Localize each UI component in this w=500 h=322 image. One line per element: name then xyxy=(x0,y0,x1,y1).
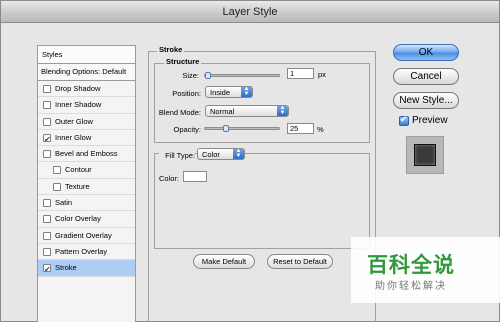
make-default-button[interactable]: Make Default xyxy=(193,254,255,269)
updown-arrows-icon: ▲ ▼ xyxy=(241,86,252,97)
structure-group-label: Structure xyxy=(164,57,202,66)
style-item-label: Satin xyxy=(55,198,73,208)
stroke-color-swatch[interactable] xyxy=(183,171,207,182)
style-checkbox[interactable] xyxy=(43,247,51,256)
position-value: Inside xyxy=(210,88,231,97)
style-item-texture[interactable]: Texture xyxy=(38,179,135,196)
style-checkbox[interactable] xyxy=(43,215,51,224)
size-input[interactable]: 1 xyxy=(287,68,314,79)
updown-arrows-icon: ▲ ▼ xyxy=(233,148,244,159)
style-checkbox[interactable] xyxy=(43,85,51,93)
style-item-label: Bevel and Emboss xyxy=(55,149,118,159)
new-style-button[interactable]: New Style... xyxy=(393,92,459,109)
style-item-bevel-and-emboss[interactable]: Bevel and Emboss xyxy=(38,146,135,163)
style-item-label: Stroke xyxy=(55,263,77,273)
style-item-contour[interactable]: Contour xyxy=(38,162,135,179)
watermark-subtitle: 助你轻松解决 xyxy=(375,281,447,292)
layer-style-dialog: Layer Style Styles Blending Options: Def… xyxy=(0,0,500,322)
style-item-outer-glow[interactable]: Outer Glow xyxy=(38,114,135,130)
styles-header[interactable]: Styles xyxy=(38,46,135,64)
style-item-inner-shadow[interactable]: Inner Shadow xyxy=(38,97,135,114)
opacity-input[interactable]: 25 xyxy=(287,123,314,134)
preview-thumbnail xyxy=(406,136,444,174)
position-label: Position: xyxy=(172,89,201,98)
preview-swatch xyxy=(414,144,436,166)
stroke-group-label: Stroke xyxy=(157,45,185,54)
size-label: Size: xyxy=(182,71,199,80)
cancel-button[interactable]: Cancel xyxy=(393,68,459,85)
window-title: Layer Style xyxy=(1,1,499,23)
style-checkbox[interactable] xyxy=(53,182,61,191)
style-checkbox[interactable] xyxy=(43,199,51,208)
style-item-label: Contour xyxy=(65,165,92,175)
watermark: 百科全说 助你轻松解决 xyxy=(351,237,500,303)
fill-type-select[interactable]: Color ▲ ▼ xyxy=(197,148,245,160)
style-checkbox[interactable] xyxy=(43,150,51,159)
style-item-label: Inner Shadow xyxy=(55,100,102,110)
color-label: Color: xyxy=(159,174,180,183)
style-item-label: Color Overlay xyxy=(55,214,101,224)
preview-checkbox[interactable] xyxy=(399,114,409,126)
style-checkbox[interactable] xyxy=(43,117,51,126)
size-slider-thumb[interactable] xyxy=(205,72,211,79)
ok-button[interactable]: OK xyxy=(393,44,459,61)
style-item-pattern-overlay[interactable]: Pattern Overlay xyxy=(38,244,135,261)
style-item-inner-glow[interactable]: Inner Glow xyxy=(38,130,135,148)
style-item-label: Drop Shadow xyxy=(55,84,101,93)
style-item-gradient-overlay[interactable]: Gradient Overlay xyxy=(38,228,135,244)
size-unit: px xyxy=(318,70,326,79)
fill-type-value: Color xyxy=(202,150,220,159)
style-checkbox[interactable] xyxy=(43,101,51,110)
style-checkbox[interactable] xyxy=(43,132,51,148)
style-item-label: Gradient Overlay xyxy=(55,230,112,240)
fill-group xyxy=(154,153,370,249)
style-checkbox[interactable] xyxy=(43,231,51,240)
position-select[interactable]: Inside ▲ ▼ xyxy=(205,86,253,98)
style-item-label: Pattern Overlay xyxy=(55,246,108,256)
styles-list: Styles Blending Options: Default Drop Sh… xyxy=(37,45,136,322)
blend-mode-value: Normal xyxy=(210,107,235,116)
style-item-satin[interactable]: Satin xyxy=(38,195,135,212)
updown-arrows-icon: ▲ ▼ xyxy=(277,105,288,116)
fill-type-label: Fill Type: xyxy=(159,151,195,160)
style-item-label: Inner Glow xyxy=(55,132,92,142)
size-slider[interactable] xyxy=(204,72,280,79)
watermark-title: 百科全说 xyxy=(367,253,455,277)
opacity-slider[interactable] xyxy=(204,125,280,132)
style-item-label: Texture xyxy=(65,181,90,191)
style-item-label: Outer Glow xyxy=(55,116,93,126)
blending-options-item[interactable]: Blending Options: Default xyxy=(38,64,135,81)
opacity-label: Opacity: xyxy=(173,125,201,134)
blend-mode-label: Blend Mode: xyxy=(158,108,201,117)
style-item-color-overlay[interactable]: Color Overlay xyxy=(38,211,135,228)
style-checkbox[interactable] xyxy=(53,166,61,175)
preview-label: Preview xyxy=(412,115,448,126)
opacity-unit: % xyxy=(317,125,324,134)
blend-mode-select[interactable]: Normal ▲ ▼ xyxy=(205,105,289,117)
style-item-stroke[interactable]: Stroke xyxy=(38,260,135,278)
style-checkbox[interactable] xyxy=(43,262,51,278)
style-item-drop-shadow[interactable]: Drop Shadow xyxy=(38,81,135,98)
opacity-slider-thumb[interactable] xyxy=(223,125,229,132)
reset-to-default-button[interactable]: Reset to Default xyxy=(267,254,333,269)
